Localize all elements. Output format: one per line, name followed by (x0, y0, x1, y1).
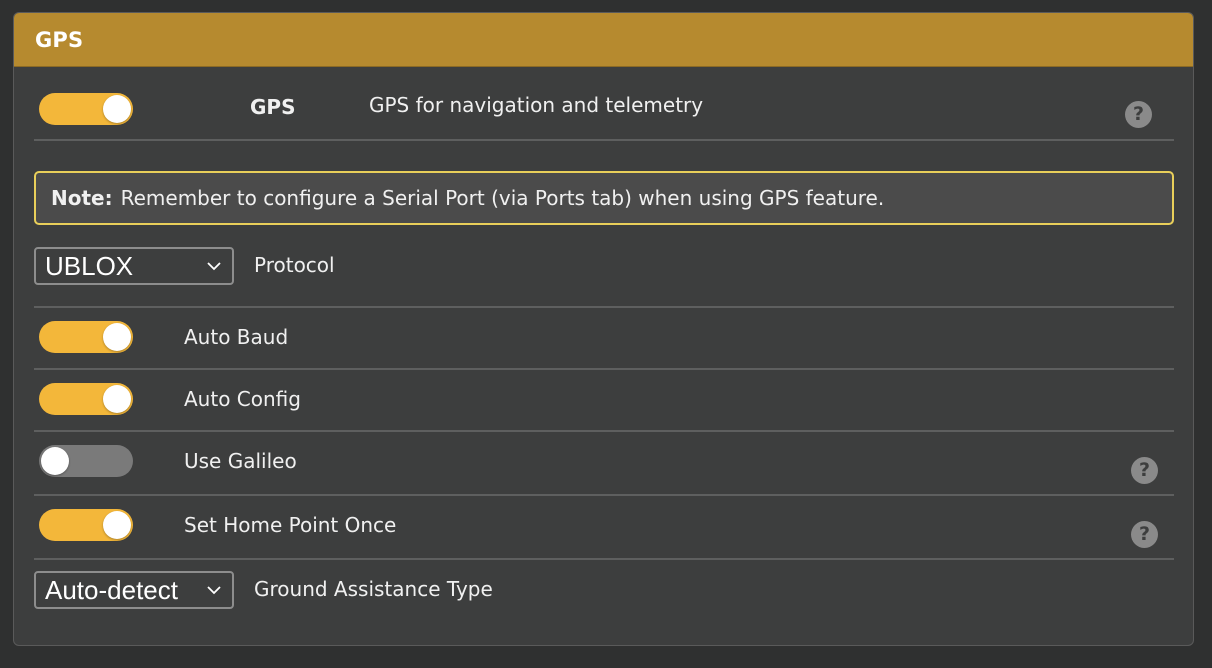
gps-feature-label: GPS (250, 95, 296, 119)
divider (34, 139, 1174, 141)
gps-feature-toggle[interactable] (39, 93, 133, 125)
question-circle-icon[interactable]: ? (1131, 457, 1158, 484)
auto-config-toggle[interactable] (39, 383, 133, 415)
panel-header: GPS (14, 13, 1193, 67)
toggle-knob (103, 323, 131, 351)
protocol-select[interactable]: UBLOX (34, 247, 234, 285)
panel-title: GPS (35, 27, 84, 52)
chevron-down-icon (207, 586, 221, 595)
divider (34, 306, 1174, 308)
chevron-down-icon (207, 262, 221, 271)
toggle-knob (103, 511, 131, 539)
gps-feature-description: GPS for navigation and telemetry (369, 93, 704, 117)
ground-assistance-label: Ground Assistance Type (254, 577, 493, 601)
divider (34, 368, 1174, 370)
ground-assistance-select[interactable]: Auto-detect (34, 571, 234, 609)
question-circle-icon[interactable]: ? (1131, 521, 1158, 548)
toggle-knob (103, 385, 131, 413)
note-prefix: Note: (51, 186, 113, 210)
auto-baud-toggle[interactable] (39, 321, 133, 353)
note-text: Remember to configure a Serial Port (via… (120, 186, 885, 210)
protocol-selected-value: UBLOX (45, 250, 134, 281)
question-circle-icon[interactable]: ? (1125, 101, 1152, 128)
set-home-point-once-toggle[interactable] (39, 509, 133, 541)
protocol-label: Protocol (254, 253, 335, 277)
toggle-knob (41, 447, 69, 475)
set-home-point-once-label: Set Home Point Once (184, 513, 397, 537)
auto-baud-label: Auto Baud (184, 325, 289, 349)
divider (34, 430, 1174, 432)
auto-config-label: Auto Config (184, 387, 301, 411)
divider (34, 558, 1174, 560)
divider (34, 494, 1174, 496)
use-galileo-label: Use Galileo (184, 449, 297, 473)
use-galileo-toggle[interactable] (39, 445, 133, 477)
toggle-knob (103, 95, 131, 123)
gps-panel: GPS GPS GPS for navigation and telemetry… (13, 12, 1194, 646)
ground-assistance-selected-value: Auto-detect (45, 574, 178, 605)
note-box: Note: Remember to configure a Serial Por… (34, 171, 1174, 225)
